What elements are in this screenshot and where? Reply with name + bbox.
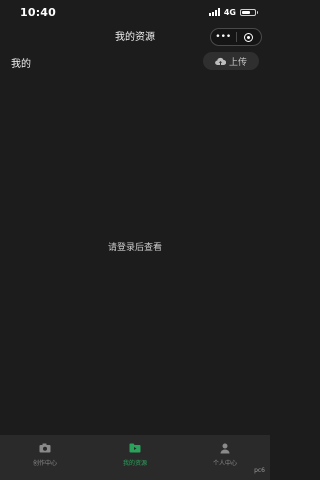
battery-icon (240, 8, 258, 16)
status-bar: 10:40 4G (0, 0, 270, 24)
navigation-bar: 我的资源 ••• (0, 24, 270, 48)
login-prompt: 请登录后查看 (107, 243, 162, 253)
status-time: 10:40 (20, 5, 57, 19)
tab-label-create-center: 创作中心 (32, 460, 57, 467)
section-title: 我的 (11, 59, 31, 70)
section-header: 我的 上传 (0, 50, 270, 72)
tab-my-resources[interactable]: 我的资源 (90, 435, 180, 480)
close-target-icon (244, 32, 254, 42)
folder-icon (129, 443, 141, 453)
tab-bar: 创作中心 我的资源 个人中心 (0, 435, 270, 480)
person-icon (220, 443, 230, 453)
signal-icon (208, 8, 220, 16)
close-button[interactable] (237, 29, 262, 45)
more-button[interactable]: ••• (211, 29, 236, 45)
upload-button[interactable]: 上传 (203, 52, 259, 70)
cloud-upload-icon (215, 57, 226, 65)
upload-label: 上传 (228, 57, 247, 68)
tab-label-personal-center: 个人中心 (212, 460, 237, 467)
tab-create-center[interactable]: 创作中心 (0, 435, 90, 480)
more-dots-icon: ••• (215, 31, 232, 42)
camera-icon (39, 443, 51, 453)
watermark: pc6 (253, 467, 266, 474)
tab-label-my-resources: 我的资源 (122, 460, 147, 467)
status-indicators: 4G (208, 7, 258, 17)
network-type: 4G (223, 7, 236, 17)
mini-program-capsule: ••• (210, 28, 262, 46)
